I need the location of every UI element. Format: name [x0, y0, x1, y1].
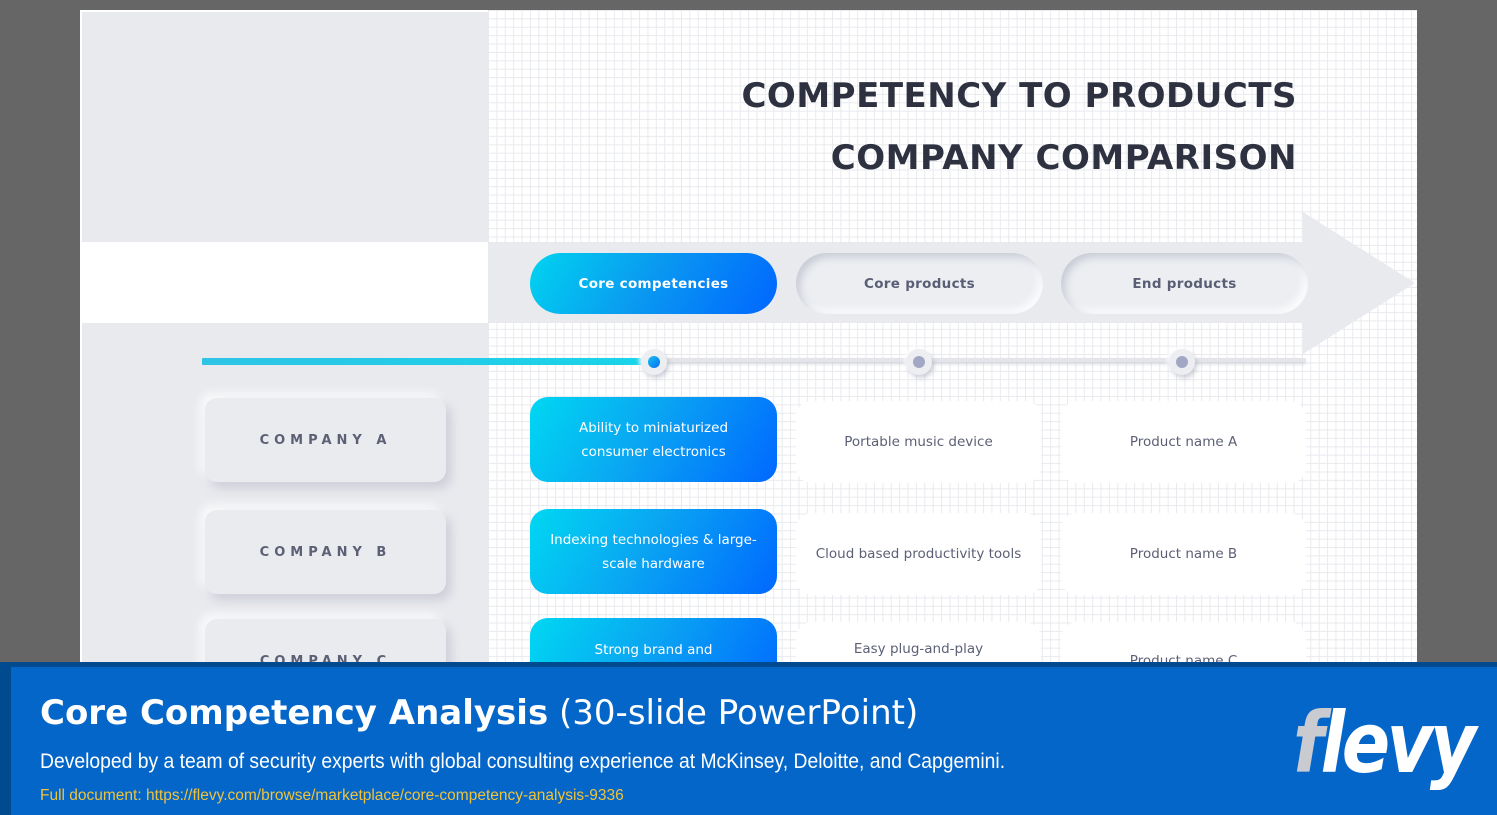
company-card-b: COMPANY B	[205, 510, 446, 594]
timeline-track	[654, 358, 1306, 362]
node-dot-icon	[648, 356, 660, 368]
page: COMPETENCY TO PRODUCTS COMPANY COMPARISO…	[0, 0, 1497, 815]
timeline-node-3[interactable]	[1169, 349, 1195, 375]
banner-subtitle: Developed by a team of security experts …	[40, 750, 1006, 773]
promo-banner: Core Competency Analysis (30-slide Power…	[0, 662, 1497, 815]
timeline-node-1[interactable]	[641, 349, 667, 375]
competency-cell-b: Indexing technologies & large-scale hard…	[530, 509, 777, 594]
slide: COMPETENCY TO PRODUCTS COMPANY COMPARISO…	[80, 10, 1417, 670]
slide-title-line-1: COMPETENCY TO PRODUCTS	[741, 76, 1297, 116]
slide-title-line-2: COMPANY COMPARISON	[830, 138, 1297, 178]
stage-pill-core-competencies[interactable]: Core competencies	[530, 253, 777, 314]
promo-banner-inner: Core Competency Analysis (30-slide Power…	[11, 667, 1497, 815]
core-product-cell-b: Cloud based productivity tools	[796, 513, 1041, 595]
arrow-right-icon	[1303, 212, 1415, 354]
company-card-a: COMPANY A	[205, 398, 446, 482]
stage-pill-core-products[interactable]: Core products	[796, 253, 1043, 314]
node-dot-icon	[913, 356, 925, 368]
banner-title-strong: Core Competency Analysis	[40, 693, 549, 733]
banner-title: Core Competency Analysis (30-slide Power…	[40, 693, 918, 733]
flevy-logo[interactable]: flevy	[1293, 701, 1476, 785]
timeline-node-2[interactable]	[906, 349, 932, 375]
core-product-cell-a: Portable music device	[796, 401, 1041, 483]
timeline-progress-bar	[202, 358, 644, 365]
competency-cell-a: Ability to miniaturized consumer electro…	[530, 397, 777, 482]
banner-title-light: (30-slide PowerPoint)	[559, 693, 919, 733]
stage-pill-end-products[interactable]: End products	[1061, 253, 1308, 314]
end-product-cell-b: Product name B	[1061, 513, 1306, 595]
logo-text-rest: levy	[1320, 694, 1477, 792]
end-product-cell-a: Product name A	[1061, 401, 1306, 483]
node-dot-icon	[1176, 356, 1188, 368]
banner-document-link[interactable]: Full document: https://flevy.com/browse/…	[40, 787, 624, 805]
left-header-band	[82, 242, 488, 323]
logo-letter-f: f	[1293, 694, 1324, 792]
